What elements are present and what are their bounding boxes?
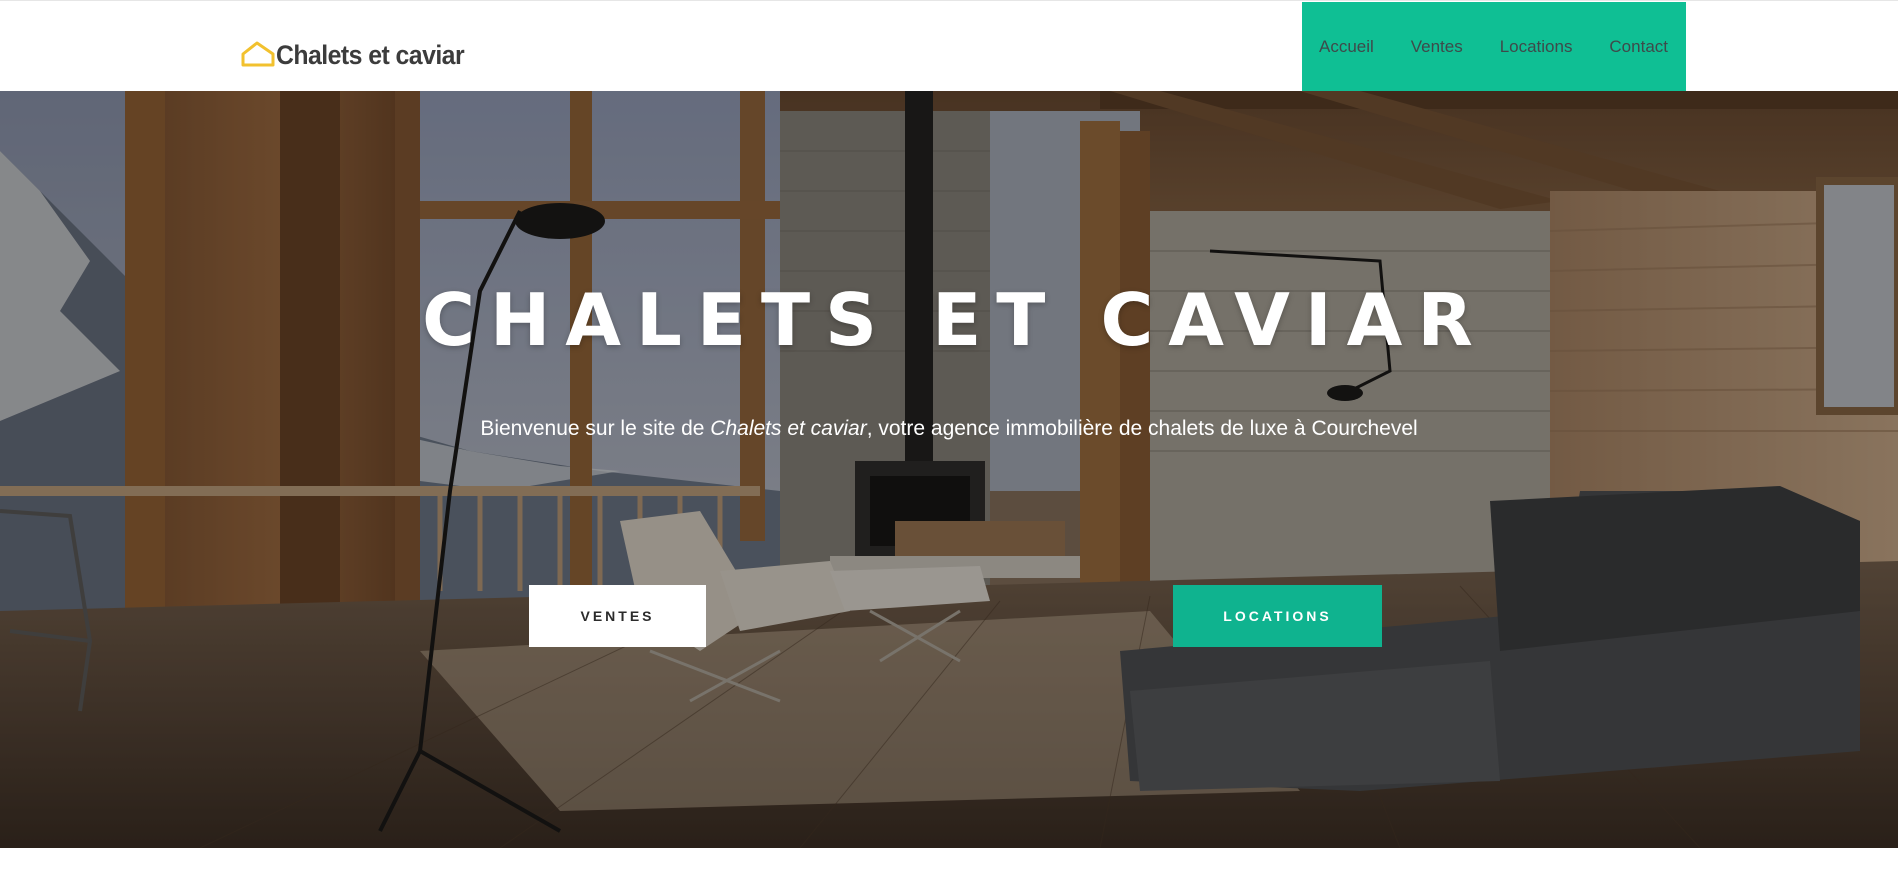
nav-item-ventes[interactable]: Ventes <box>1411 37 1463 57</box>
site-logo[interactable]: Chalets et caviar <box>240 29 480 69</box>
nav-item-accueil[interactable]: Accueil <box>1319 37 1374 57</box>
house-outline-icon <box>241 41 275 67</box>
hero-title: CHALETS ET CAVIAR <box>422 278 1488 362</box>
locations-button[interactable]: LOCATIONS <box>1173 585 1382 647</box>
hero-section: CHALETS ET CAVIAR Bienvenue sur le site … <box>0 91 1898 848</box>
logo-text: Chalets et caviar <box>276 40 465 70</box>
nav-item-locations[interactable]: Locations <box>1500 37 1573 57</box>
hero-subtitle: Bienvenue sur le site de Chalets et cavi… <box>0 417 1898 441</box>
hero-subtitle-prefix: Bienvenue sur le site de <box>480 417 711 440</box>
ventes-button[interactable]: VENTES <box>529 585 706 647</box>
hero-dark-overlay <box>0 91 1898 848</box>
main-nav: Accueil Ventes Locations Contact <box>1302 2 1686 91</box>
nav-item-contact[interactable]: Contact <box>1609 37 1668 57</box>
hero-subtitle-brand: Chalets et caviar <box>710 417 867 440</box>
site-header: Chalets et caviar Accueil Ventes Locatio… <box>0 0 1898 91</box>
hero-subtitle-suffix: , votre agence immobilière de chalets de… <box>866 417 1418 440</box>
page-bottom-strip <box>0 848 1898 870</box>
